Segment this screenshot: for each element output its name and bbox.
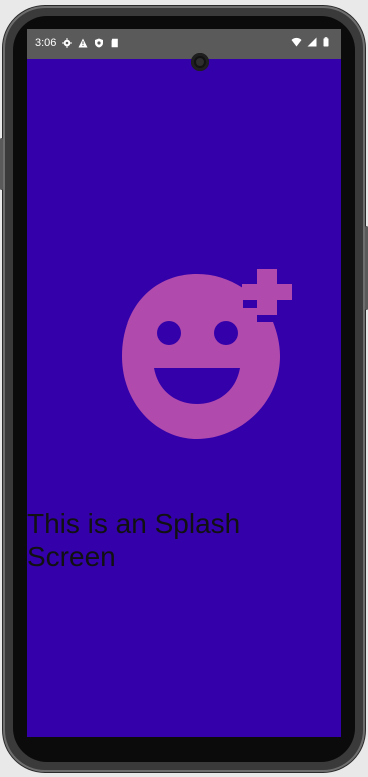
- shield-icon: [94, 38, 104, 48]
- device-bezel: 3:06 This is an Splash Screen: [13, 16, 355, 762]
- status-left: 3:06: [35, 37, 120, 49]
- settings-icon: [62, 38, 73, 48]
- cell-signal-icon: [307, 37, 317, 47]
- add-emoji-icon: [122, 269, 292, 439]
- status-right: [291, 37, 333, 47]
- battery-icon: [323, 37, 333, 47]
- status-time: 3:06: [35, 37, 57, 49]
- phone-screen: 3:06 This is an Splash Screen: [27, 29, 341, 737]
- device-frame: 3:06 This is an Splash Screen: [0, 6, 368, 772]
- status-bar: 3:06: [27, 29, 341, 59]
- wifi-icon: [291, 37, 302, 47]
- splash-screen: This is an Splash Screen: [27, 59, 341, 737]
- sd-card-icon: [110, 38, 120, 48]
- warning-icon: [78, 38, 88, 48]
- power-button: [0, 138, 3, 190]
- front-camera: [191, 53, 209, 71]
- splash-title: This is an Splash Screen: [27, 508, 241, 572]
